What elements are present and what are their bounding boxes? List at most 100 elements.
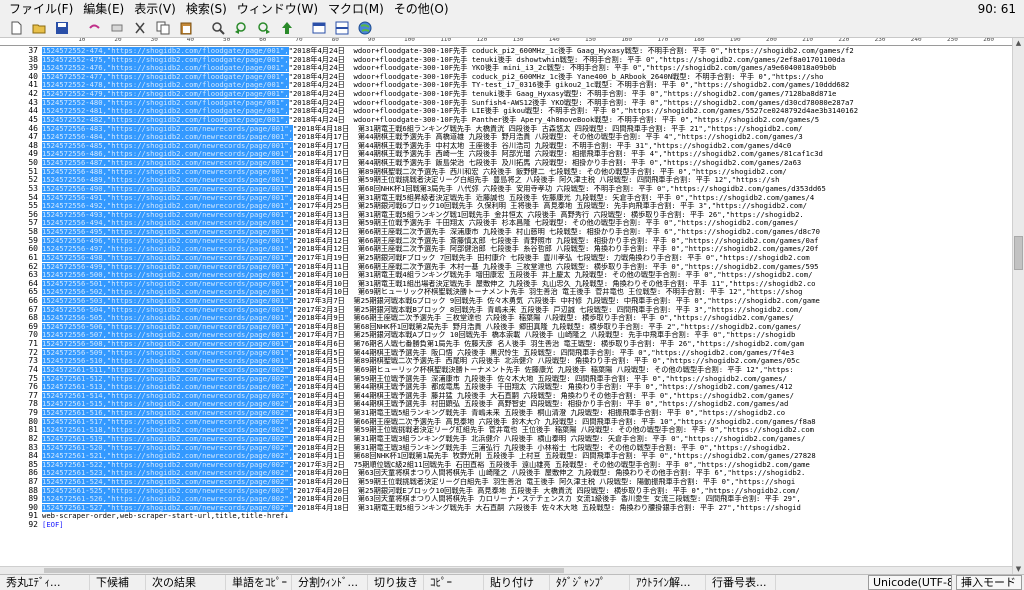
find-next-button[interactable] [254,19,274,37]
save-button[interactable] [52,19,72,37]
menu-item[interactable]: その他(O) [389,0,454,18]
selected-text[interactable]: 1524572561-521,"https://shogidb2.com/new… [42,452,293,461]
selected-text[interactable]: 1524572556-502,"https://shogidb2.com/new… [42,288,293,297]
text-line[interactable]: 1524572561-514,"https://shogidb2.com/new… [42,391,1012,400]
text-line[interactable]: 1524572556-486,"https://shogidb2.com/new… [42,150,1012,159]
browser-button[interactable] [355,19,375,37]
selected-text[interactable]: 1524572556-499,"https://shogidb2.com/new… [42,262,293,271]
text-line[interactable]: 1524572556-488,"https://shogidb2.com/new… [42,167,1012,176]
text-line[interactable]: 1524572561-521,"https://shogidb2.com/new… [42,452,1012,461]
text-line[interactable]: 1524572552-475,"https://shogidb2.com/flo… [42,55,1012,64]
text-line[interactable]: 1524572556-491,"https://shogidb2.com/new… [42,193,1012,202]
text-line[interactable]: 1524572556-490,"https://shogidb2.com/new… [42,184,1012,193]
text-line[interactable]: 1524572552-482,"https://shogidb2.com/flo… [42,115,1012,124]
text-line[interactable]: 1524572556-502,"https://shogidb2.com/new… [42,288,1012,297]
selected-text[interactable]: 1524572556-505,"https://shogidb2.com/new… [42,314,293,323]
text-line[interactable]: 1524572556-487,"https://shogidb2.com/new… [42,159,1012,168]
selected-text[interactable]: 1524572556-500,"https://shogidb2.com/new… [42,271,293,280]
function-key-button[interactable]: 次の結果 [146,574,226,590]
selected-text[interactable]: 1524572556-507,"https://shogidb2.com/new… [42,331,293,340]
selected-text[interactable]: 1524572556-506,"https://shogidb2.com/new… [42,322,293,331]
selected-text[interactable]: 1524572556-485,"https://shogidb2.com/new… [42,141,293,150]
find-button[interactable] [208,19,228,37]
split-window-button[interactable] [332,19,352,37]
text-line[interactable]: 1524572556-492,"https://shogidb2.com/new… [42,202,1012,211]
text-line[interactable]: 1524572556-494,"https://shogidb2.com/new… [42,219,1012,228]
menu-item[interactable]: 編集(E) [78,0,129,18]
selected-text[interactable]: 1524572556-484,"https://shogidb2.com/new… [42,133,293,142]
selected-text[interactable]: 1524572561-518,"https://shogidb2.com/new… [42,426,293,435]
text-line[interactable]: 1524572556-498,"https://shogidb2.com/new… [42,253,1012,262]
selected-text[interactable]: 1524572556-490,"https://shogidb2.com/new… [42,184,293,193]
selected-text[interactable]: 1524572561-516,"https://shogidb2.com/new… [42,409,293,418]
selected-text[interactable]: 1524572552-482,"https://shogidb2.com/flo… [42,115,289,124]
text-line[interactable]: 1524572561-516,"https://shogidb2.com/new… [42,409,1012,418]
open-file-button[interactable] [29,19,49,37]
text-line[interactable]: 1524572556-503,"https://shogidb2.com/new… [42,296,1012,305]
text-line[interactable]: 1524572561-513,"https://shogidb2.com/new… [42,383,1012,392]
selected-text[interactable]: 1524572561-524,"https://shogidb2.com/new… [42,478,293,486]
horizontal-scrollbar[interactable] [0,566,1012,574]
selected-text[interactable]: 1524572556-494,"https://shogidb2.com/new… [42,219,293,228]
text-line[interactable]: 1524572561-519,"https://shogidb2.com/new… [42,434,1012,443]
selected-text[interactable]: 1524572556-510,"https://shogidb2.com/new… [42,357,293,366]
selected-text[interactable]: 1524572556-493,"https://shogidb2.com/new… [42,210,293,219]
function-key-button[interactable]: 下候補 [90,574,146,590]
selected-text[interactable]: 1524572556-504,"https://shogidb2.com/new… [42,305,293,314]
selected-text[interactable]: 1524572561-522,"https://shogidb2.com/new… [42,460,293,469]
selected-text[interactable]: 1524572552-476,"https://shogidb2.com/flo… [42,64,289,73]
selected-text[interactable]: 1524572552-479,"https://shogidb2.com/flo… [42,90,289,99]
selected-text[interactable]: 1524572556-503,"https://shogidb2.com/new… [42,296,293,305]
cut-button[interactable] [130,19,150,37]
selected-text[interactable]: 1524572556-489,"https://shogidb2.com/new… [42,176,293,185]
selected-text[interactable]: 1524572561-525,"https://shogidb2.com/new… [42,486,293,495]
text-line[interactable]: 1524572552-476,"https://shogidb2.com/flo… [42,64,1012,73]
text-line[interactable]: 1524572556-509,"https://shogidb2.com/new… [42,348,1012,357]
selected-text[interactable]: 1524572561-513,"https://shogidb2.com/new… [42,383,293,392]
text-line[interactable]: 1524572561-515,"https://shogidb2.com/new… [42,400,1012,409]
text-line[interactable]: 1524572561-522,"https://shogidb2.com/new… [42,460,1012,469]
text-line[interactable]: 1524572561-527,"https://shogidb2.com/new… [42,503,1012,512]
selected-text[interactable]: 1524572556-508,"https://shogidb2.com/new… [42,340,293,349]
selected-text[interactable]: 1524572561-519,"https://shogidb2.com/new… [42,434,293,443]
text-line[interactable]: 1524572556-506,"https://shogidb2.com/new… [42,322,1012,331]
text-line[interactable]: 1524572556-485,"https://shogidb2.com/new… [42,141,1012,150]
grep-button[interactable] [277,19,297,37]
text-line[interactable]: web-scraper-order,web-scraper-start-url,… [42,512,1012,520]
menu-item[interactable]: マクロ(M) [323,0,389,18]
selected-text[interactable]: 1524572561-523,"https://shogidb2.com/new… [42,469,293,478]
copy-button[interactable] [153,19,173,37]
menu-item[interactable]: ウィンドウ(W) [232,0,323,18]
selected-text[interactable]: 1524572556-491,"https://shogidb2.com/new… [42,193,293,202]
function-key-button[interactable]: 単語をｺﾋﾟｰ [226,574,292,590]
text-line[interactable]: 1524572561-525,"https://shogidb2.com/new… [42,486,1012,495]
text-line[interactable]: 1524572556-493,"https://shogidb2.com/new… [42,210,1012,219]
selected-text[interactable]: 1524572561-515,"https://shogidb2.com/new… [42,400,293,409]
function-key-button[interactable]: 貼り付け [484,574,550,590]
text-line[interactable]: 1524572561-520,"https://shogidb2.com/new… [42,443,1012,452]
text-line[interactable]: 1524572552-478,"https://shogidb2.com/flo… [42,81,1012,90]
text-content[interactable]: 1524572552-474,"https://shogidb2.com/flo… [42,46,1012,574]
text-line[interactable]: 1524572556-497,"https://shogidb2.com/new… [42,245,1012,254]
selected-text[interactable]: 1524572552-477,"https://shogidb2.com/flo… [42,72,289,81]
text-line[interactable]: 1524572552-481,"https://shogidb2.com/flo… [42,107,1012,116]
selected-text[interactable]: 1524572561-527,"https://shogidb2.com/new… [42,503,293,512]
text-line[interactable]: 1524572556-501,"https://shogidb2.com/new… [42,279,1012,288]
selected-text[interactable]: 1524572556-501,"https://shogidb2.com/new… [42,279,293,288]
text-line[interactable]: 1524572561-524,"https://shogidb2.com/new… [42,478,1012,486]
selected-text[interactable]: 1524572552-480,"https://shogidb2.com/flo… [42,98,289,107]
menu-item[interactable]: 表示(V) [129,0,181,18]
insert-mode-status[interactable]: 挿入モード [956,575,1022,590]
selected-text[interactable]: 1524572561-512,"https://shogidb2.com/new… [42,374,293,383]
text-line[interactable]: 1524572552-477,"https://shogidb2.com/flo… [42,72,1012,81]
selected-text[interactable]: 1524572552-475,"https://shogidb2.com/flo… [42,55,289,64]
text-line[interactable]: [EOF] [42,521,1012,529]
text-line[interactable]: 1524572556-507,"https://shogidb2.com/new… [42,331,1012,340]
selected-text[interactable]: 1524572556-509,"https://shogidb2.com/new… [42,348,293,357]
function-key-button[interactable]: 分割ｳｨﾝﾄﾞ... [292,574,368,590]
selected-text[interactable]: 1524572561-514,"https://shogidb2.com/new… [42,391,293,400]
text-line[interactable]: 1524572556-505,"https://shogidb2.com/new… [42,314,1012,323]
selected-text[interactable]: 1524572561-511,"https://shogidb2.com/new… [42,365,293,374]
text-line[interactable]: 1524572561-518,"https://shogidb2.com/new… [42,426,1012,435]
text-line[interactable]: 1524572561-512,"https://shogidb2.com/new… [42,374,1012,383]
